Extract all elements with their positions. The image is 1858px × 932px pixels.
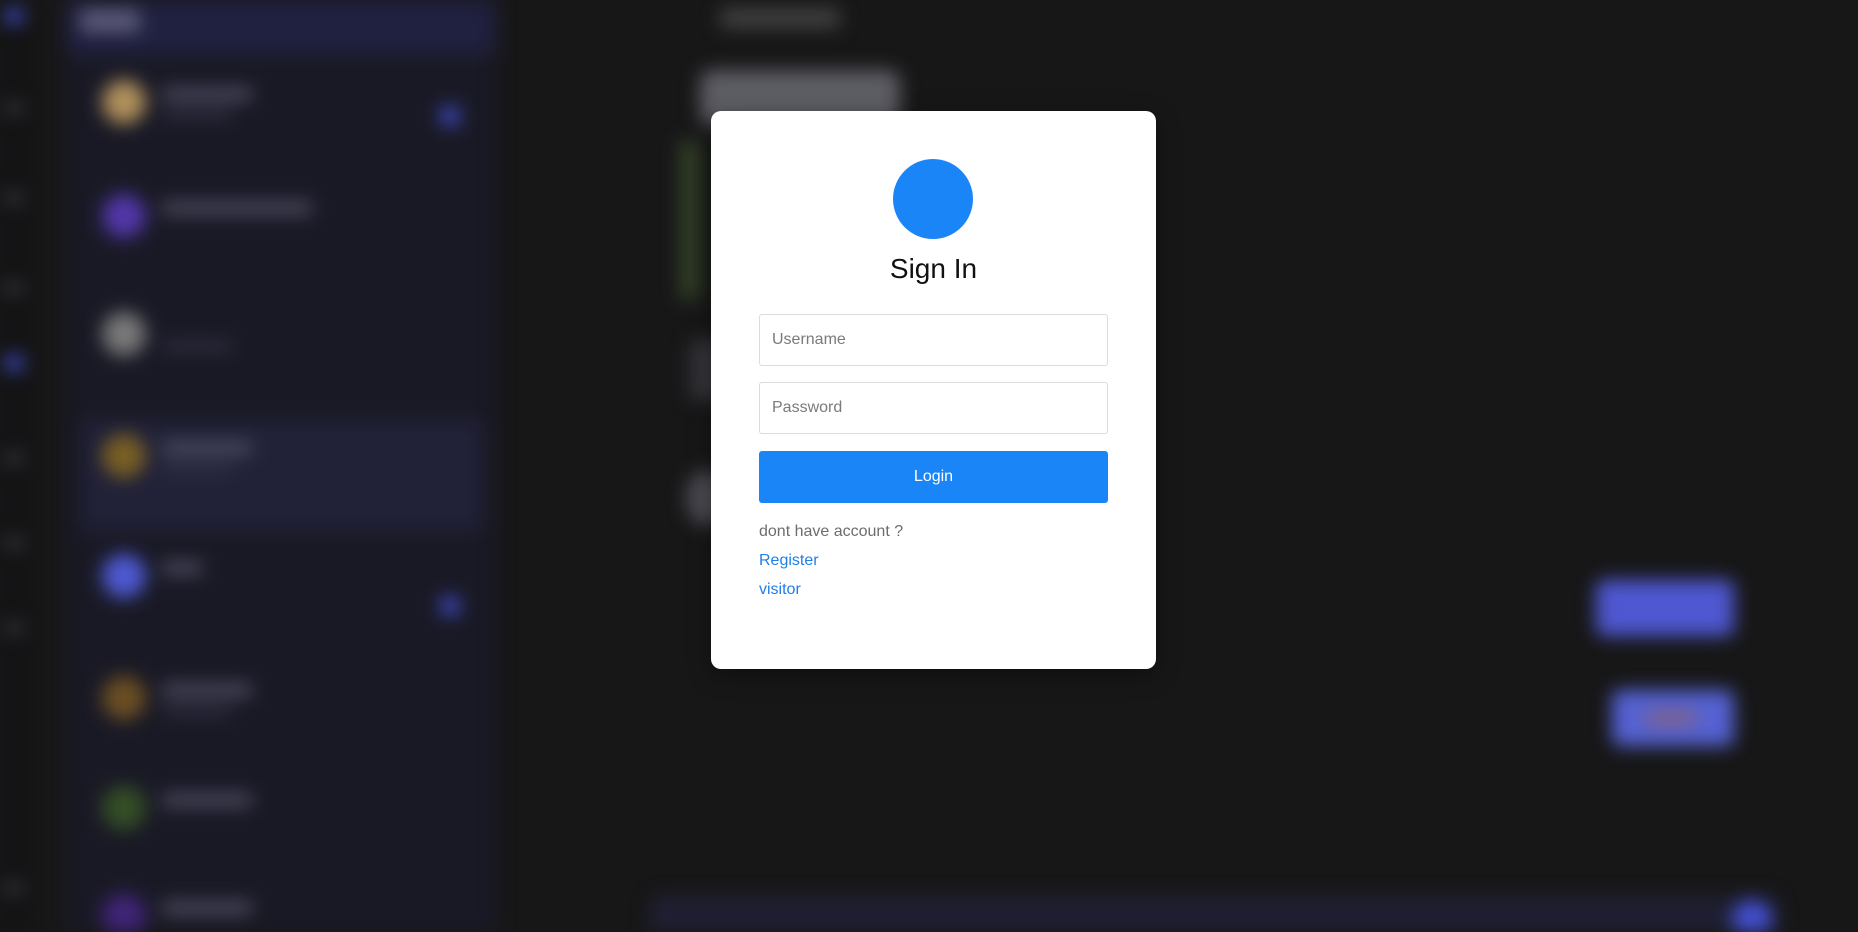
visitor-link[interactable]: visitor <box>759 581 801 599</box>
page-title: Sign In <box>889 253 978 284</box>
login-dialog: Sign In Login dont have account ? Regist… <box>711 111 1156 669</box>
register-link[interactable]: Register <box>759 552 819 570</box>
login-button[interactable]: Login <box>759 451 1108 503</box>
password-input[interactable] <box>759 382 1108 434</box>
account-prompt: dont have account ? <box>759 523 904 540</box>
modal-overlay: Sign In Login dont have account ? Regist… <box>0 0 1858 932</box>
circle-logo-icon <box>893 159 973 239</box>
username-input[interactable] <box>759 314 1108 366</box>
